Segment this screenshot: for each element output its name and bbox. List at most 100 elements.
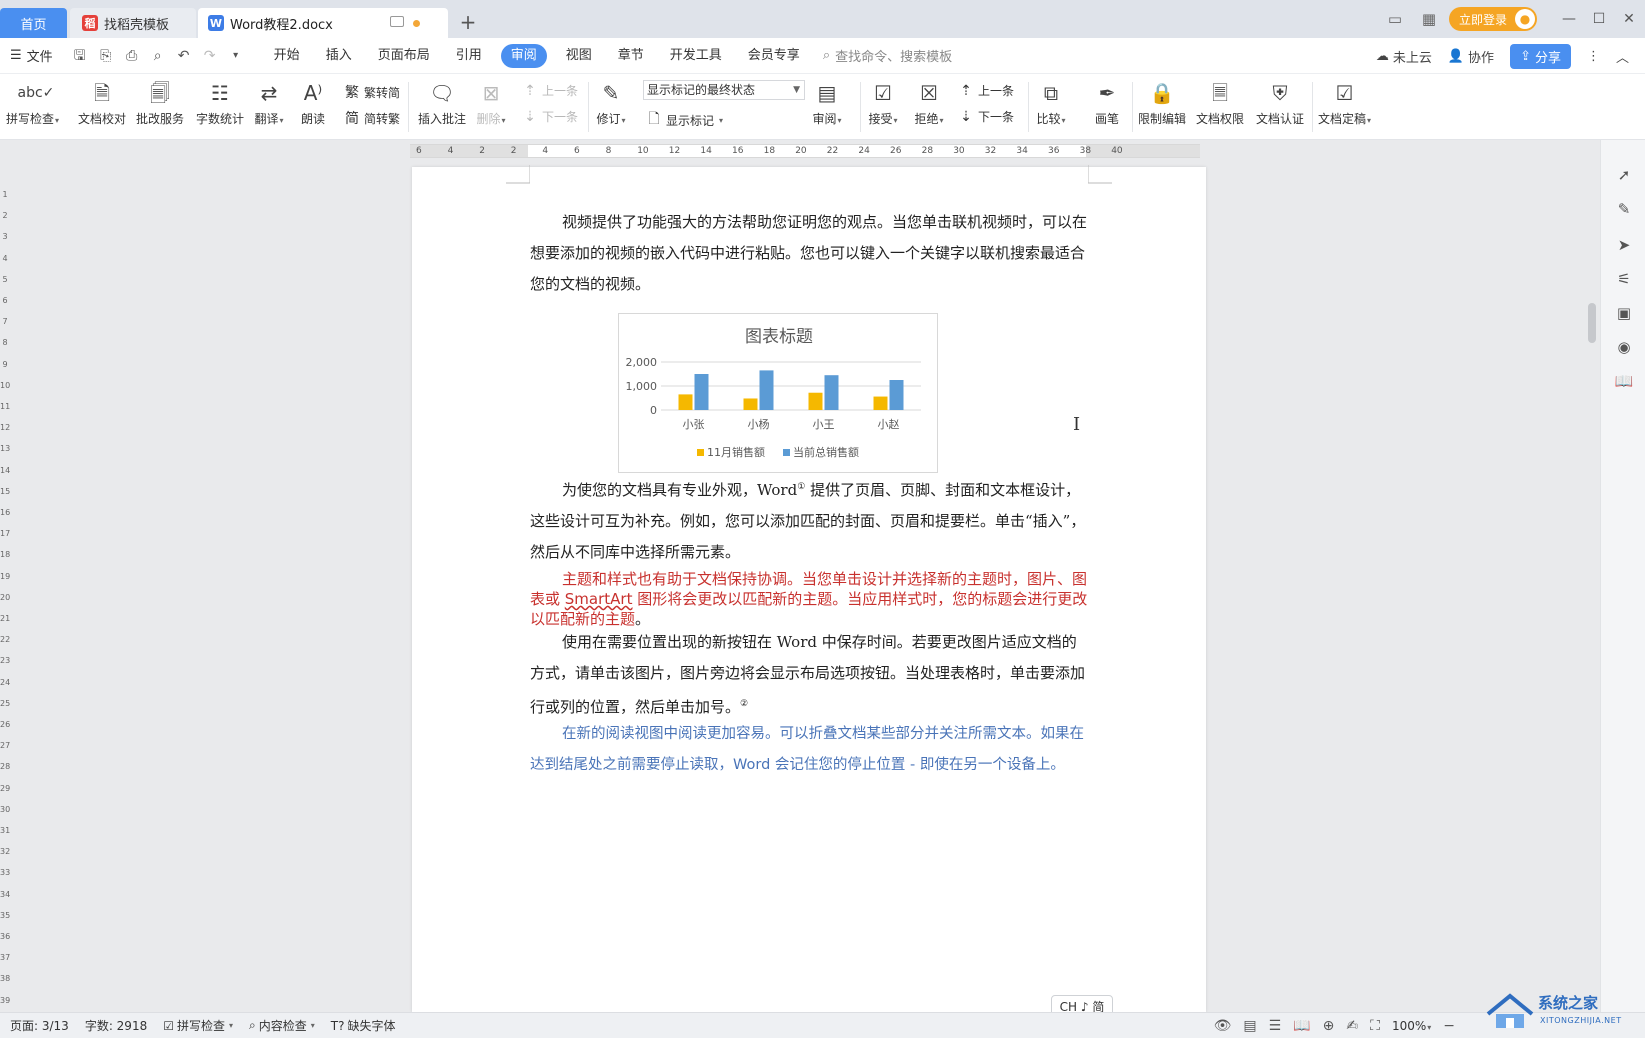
paragraph-word-design[interactable]: 为使您的文档具有专业外观，Word① 提供了页眉、页脚、封面和文本框设计，这些设…: [530, 472, 1088, 568]
doc-proof-button[interactable]: 🗎 文档校对: [78, 78, 126, 136]
menu-chapter[interactable]: 章节: [605, 44, 657, 68]
vruler-tick-label: 27: [0, 741, 11, 751]
delete-comment-button[interactable]: ⊠ 删除▾: [476, 78, 506, 136]
prev-change-button[interactable]: ⇡ 上一条: [958, 82, 1014, 99]
word-count-indicator[interactable]: 字数: 2918: [85, 1017, 147, 1034]
outline-view-icon[interactable]: ☰: [1269, 1018, 1282, 1034]
markup-state-select[interactable]: 显示标记的最终状态 ▼: [643, 80, 805, 100]
spell-check-button[interactable]: abc✓ 拼写检查▾: [6, 78, 59, 136]
cloud-status-button[interactable]: ☁ 未上云: [1376, 47, 1432, 66]
edit-icon[interactable]: ✎: [1613, 198, 1635, 220]
vertical-ruler[interactable]: 1 2 3 4 5 6 7 8 9 10 11 12 13 14 15 16 17 18 19 20 21 22 23 24 2…: [0, 162, 10, 1012]
pen-button[interactable]: ✒ 画笔: [1092, 78, 1122, 136]
file-menu[interactable]: ☰ 文件: [0, 46, 63, 65]
menu-developer[interactable]: 开发工具: [657, 44, 735, 68]
collapse-ribbon-icon[interactable]: ︿: [1616, 47, 1629, 66]
image-tool-icon[interactable]: ▣: [1613, 302, 1635, 324]
paragraph-themes-revised[interactable]: 主题和样式也有助于文档保持协调。当您单击设计并选择新的主题时，图片、图表或 Sm…: [530, 569, 1088, 629]
eye-protect-icon[interactable]: 👁: [1214, 1018, 1232, 1034]
select-pointer-icon[interactable]: ➤: [1613, 234, 1635, 256]
menu-home[interactable]: 开始: [261, 44, 313, 68]
bar-nov-sales: [743, 398, 758, 410]
paragraph-reading-view[interactable]: 在新的阅读视图中阅读更加容易。可以折叠文档某些部分并关注所需文本。如果在达到结尾…: [530, 719, 1088, 781]
simp-to-trad-button[interactable]: 简简转繁: [344, 108, 400, 128]
save-icon[interactable]: 🖫: [69, 45, 91, 67]
new-tab-button[interactable]: +: [458, 12, 478, 32]
minimize-icon[interactable]: —: [1555, 11, 1583, 27]
word-count-button[interactable]: ☷ 字数统计: [196, 78, 244, 136]
next-comment-button[interactable]: ⇣ 下一条: [522, 108, 578, 125]
correction-service-button[interactable]: 🗐 批改服务: [136, 78, 184, 136]
read-aloud-button[interactable]: A⁾ 朗读: [298, 78, 328, 136]
rocket-icon[interactable]: ➚: [1613, 164, 1635, 186]
print-preview-icon[interactable]: ⌕: [147, 45, 169, 67]
grid-apps-icon[interactable]: ▦: [1415, 10, 1443, 28]
trad-to-simp-button[interactable]: 繁繁转简: [344, 82, 400, 102]
maximize-icon[interactable]: ☐: [1585, 11, 1613, 27]
ruler-tick-label: 2: [479, 146, 485, 156]
paragraph-video[interactable]: 视频提供了功能强大的方法帮助您证明您的观点。当您单击联机视频时，可以在想要添加的…: [530, 207, 1088, 300]
share-button[interactable]: ⇪ 分享: [1510, 43, 1571, 69]
missing-font-status[interactable]: T? 缺失字体: [331, 1017, 396, 1034]
login-button[interactable]: 立即登录 ●: [1448, 7, 1537, 31]
embedded-chart[interactable]: 图表标题 2,000 1,000 0 小张 小杨 小王 小赵 11月销售额 当前总销售额: [618, 313, 938, 473]
write-mode-icon[interactable]: ✍: [1346, 1018, 1358, 1034]
next-change-button[interactable]: ⇣ 下一条: [958, 108, 1014, 125]
document-page[interactable]: 视频提供了功能强大的方法帮助您证明您的观点。当您单击联机视频时，可以在想要添加的…: [412, 165, 1206, 1012]
menu-view[interactable]: 视图: [553, 44, 605, 68]
close-icon[interactable]: ✕: [1615, 11, 1643, 27]
window-layout-icon[interactable]: ▭: [1381, 10, 1409, 28]
vruler-tick-label: 29: [0, 783, 11, 793]
tab-home[interactable]: 首页: [0, 8, 67, 38]
customize-icon[interactable]: ▾: [225, 45, 247, 67]
tab-document[interactable]: W Word教程2.docx: [198, 8, 448, 38]
page-indicator[interactable]: 页面: 3/13: [10, 1017, 69, 1034]
menu-review[interactable]: 审阅: [500, 43, 547, 68]
track-changes-button[interactable]: ✎ 修订▾: [596, 78, 626, 136]
show-markup-button[interactable]: 🗋 显示标记 ▾: [646, 108, 723, 132]
vruler-tick-label: 4: [2, 253, 8, 263]
undo-icon[interactable]: ↶: [173, 45, 195, 67]
scrollbar-thumb[interactable]: [1588, 303, 1596, 343]
menu-layout[interactable]: 页面布局: [365, 44, 443, 68]
zoom-level[interactable]: 100%▾: [1392, 1019, 1431, 1033]
fit-page-icon[interactable]: ⛶: [1370, 1018, 1380, 1034]
doc-auth-button[interactable]: ⛨ 文档认证: [1256, 78, 1304, 136]
compare-button[interactable]: ⧉ 比较▾: [1036, 78, 1066, 136]
doc-rights-button[interactable]: 🗏 文档权限: [1196, 78, 1244, 136]
sliders-icon[interactable]: ⚟: [1613, 268, 1635, 290]
print-icon[interactable]: ⎙: [121, 45, 143, 67]
collab-button[interactable]: 👤 协作: [1448, 47, 1494, 66]
translate-button[interactable]: ⇄ 翻译▾: [254, 78, 284, 136]
spell-check-status[interactable]: ☑ 拼写检查 ▾: [163, 1017, 233, 1034]
menu-insert[interactable]: 插入: [313, 44, 365, 68]
export-icon[interactable]: ⎘: [95, 45, 117, 67]
ruler-tick-label: 2: [510, 146, 517, 156]
read-view-icon[interactable]: 📖: [1293, 1018, 1310, 1034]
restrict-edit-button[interactable]: 🔒 限制编辑: [1138, 78, 1186, 136]
command-search[interactable]: ⌕ 查找命令、搜索模板: [823, 46, 952, 65]
web-view-icon[interactable]: ⊕: [1323, 1018, 1335, 1034]
more-icon[interactable]: ⋮: [1587, 49, 1600, 64]
page-view-icon[interactable]: ▤: [1243, 1018, 1256, 1034]
monitor-icon[interactable]: [390, 16, 404, 27]
zoom-out-icon[interactable]: −: [1443, 1018, 1455, 1034]
accept-button[interactable]: ☑ 接受▾: [868, 78, 898, 136]
review-pane-button[interactable]: ▤ 审阅▾: [812, 78, 842, 136]
vertical-scrollbar[interactable]: [1586, 145, 1598, 1005]
menu-member[interactable]: 会员专享: [735, 44, 813, 68]
content-check-status[interactable]: ⌕ 内容检查 ▾: [249, 1017, 315, 1034]
book-search-icon[interactable]: 📖: [1613, 370, 1635, 392]
location-icon[interactable]: ◉: [1613, 336, 1635, 358]
prev-comment-button[interactable]: ⇡ 上一条: [522, 82, 578, 99]
footnote-mark-2[interactable]: ②: [740, 699, 748, 709]
status-bar: 页面: 3/13 字数: 2918 ☑ 拼写检查 ▾ ⌕ 内容检查 ▾ T? 缺失字体 👁…: [0, 1012, 1645, 1038]
menu-references[interactable]: 引用: [443, 44, 495, 68]
paragraph-new-buttons[interactable]: 使用在需要位置出现的新按钮在 Word 中保存时间。若要更改图片适应文档的方式，…: [530, 627, 1088, 723]
reject-button[interactable]: ☒ 拒绝▾: [914, 78, 944, 136]
horizontal-ruler[interactable]: 6 4 2 2 4 6 8 10 12 14 16 18 20 22 24 26 28 30 32 34 36 38 40: [0, 140, 1600, 162]
redo-icon[interactable]: ↷: [199, 45, 221, 67]
finalize-button[interactable]: ☑ 文档定稿▾: [1318, 78, 1371, 136]
tab-template[interactable]: 稻 找稻壳模板: [70, 8, 196, 38]
insert-comment-button[interactable]: 🗨 插入批注: [418, 78, 466, 136]
